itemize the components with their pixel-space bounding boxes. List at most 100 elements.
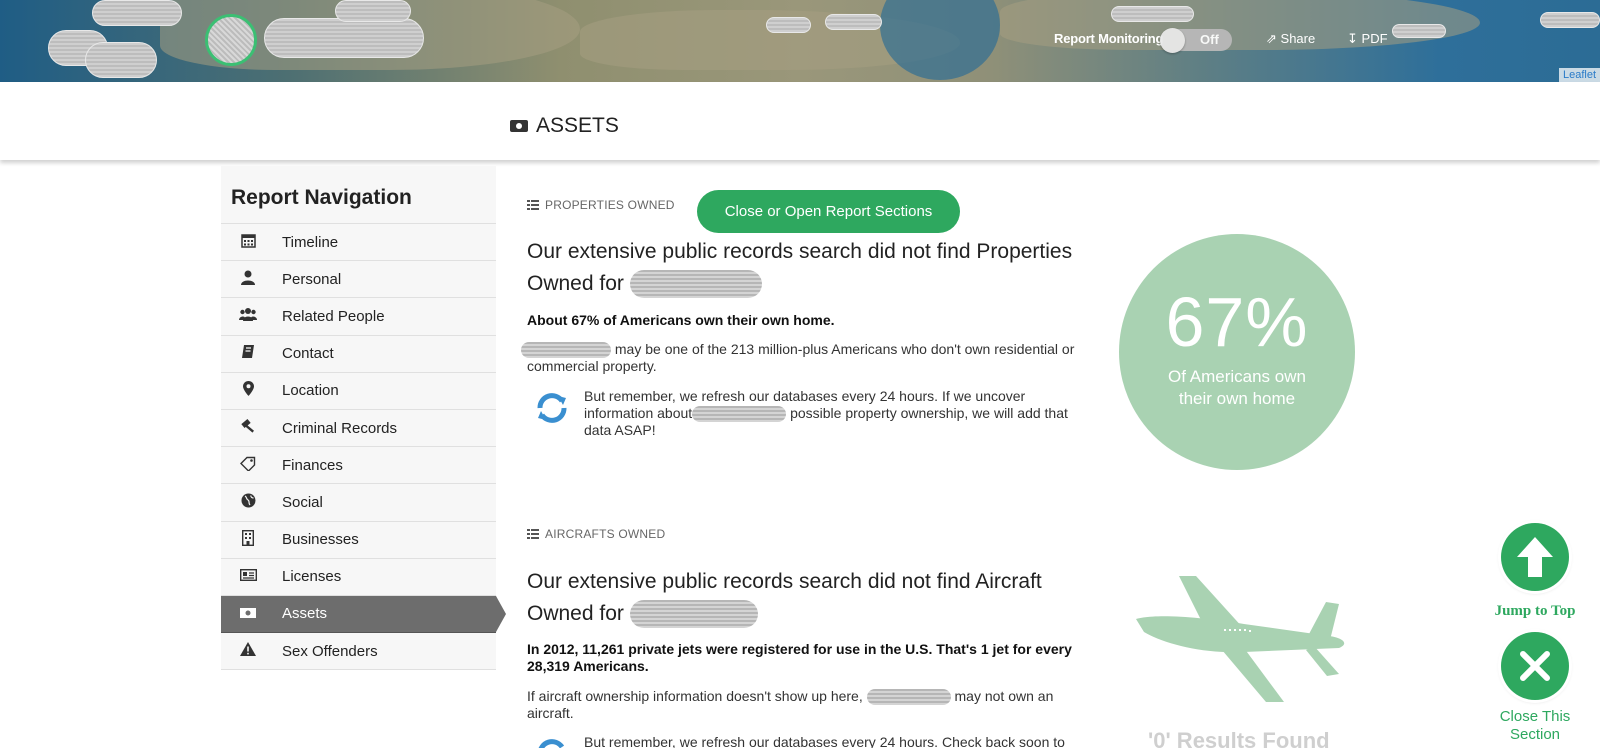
redacted-text [92, 0, 182, 26]
refresh-text: But remember, we refresh our databases e… [584, 388, 1077, 439]
properties-category-label: PROPERTIES OWNED [527, 198, 675, 212]
redacted-text [1392, 24, 1446, 38]
nav-item-label: Sex Offenders [282, 642, 378, 660]
users-icon [235, 307, 261, 325]
redacted-name [629, 600, 758, 629]
person-icon [235, 270, 261, 289]
tag-icon [235, 456, 261, 475]
warning-icon [235, 642, 261, 660]
properties-refresh-note: But remember, we refresh our databases e… [532, 388, 1077, 439]
nav-item-contact[interactable]: Contact [221, 335, 496, 373]
nav-heading: Report Navigation [221, 166, 496, 224]
list-icon [527, 529, 539, 539]
nav-item-licenses[interactable]: Licenses [221, 558, 496, 596]
redacted-name [866, 689, 951, 706]
report-monitoring-toggle[interactable]: Off [1160, 28, 1232, 53]
aircraft-refresh-note: But remember, we refresh our databases e… [532, 734, 1077, 748]
nav-item-criminal-records[interactable]: Criminal Records [221, 409, 496, 448]
refresh-icon [532, 388, 572, 428]
home-ownership-stat-circle: 67% Of Americans own their own home [1119, 234, 1355, 470]
properties-paragraph: may be one of the 213 million-plus Ameri… [521, 341, 1077, 375]
close-icon [1520, 651, 1550, 681]
jump-to-top-button[interactable] [1501, 523, 1569, 591]
close-section-label[interactable]: Close This Section [1495, 708, 1575, 744]
nav-item-label: Social [282, 493, 323, 511]
aircraft-category-label: AIRCRAFTS OWNED [527, 527, 665, 541]
nav-item-label: Contact [282, 345, 334, 363]
section-title-text: ASSETS [536, 114, 619, 137]
jump-to-top-label[interactable]: Jump to Top [1485, 603, 1585, 620]
stat-value: 67% [1165, 283, 1309, 361]
nav-item-label: Related People [282, 307, 385, 325]
stat-caption: Of Americans own their own home [1168, 367, 1306, 408]
share-label: Share [1280, 31, 1316, 46]
aircraft-headline: Our extensive public records search did … [527, 566, 1072, 630]
share-icon: ⇗ [1266, 31, 1277, 46]
nav-item-label: Finances [282, 456, 343, 474]
headline-text: Our extensive public records search did … [527, 570, 1042, 625]
nav-item-related-people[interactable]: Related People [221, 298, 496, 336]
map-pin-icon [235, 381, 261, 400]
nav-item-assets[interactable]: Assets [221, 595, 506, 634]
address-book-icon [235, 344, 261, 363]
nav-item-timeline[interactable]: Timeline [221, 224, 496, 262]
id-card-icon [235, 568, 261, 585]
gavel-icon [235, 418, 261, 438]
toggle-report-sections-button[interactable]: Close or Open Report Sections [697, 190, 960, 233]
nav-item-sex-offenders[interactable]: Sex Offenders [221, 633, 496, 671]
refresh-text: But remember, we refresh our databases e… [584, 734, 1065, 748]
map-attribution-link[interactable]: Leaflet [1558, 68, 1600, 82]
properties-fact: About 67% of Americans own their own hom… [527, 312, 835, 328]
map-header: Report Monitoring Off ⇗ Share ↧ PDF Leaf… [0, 0, 1600, 82]
globe-icon [235, 493, 261, 512]
nav-item-finances[interactable]: Finances [221, 447, 496, 485]
nav-item-label: Assets [282, 605, 328, 623]
nav-item-location[interactable]: Location [221, 372, 496, 410]
properties-headline: Our extensive public records search did … [527, 236, 1087, 300]
nav-item-label: Timeline [282, 233, 339, 251]
nav-item-label: Personal [282, 270, 342, 288]
redacted-name [521, 342, 611, 359]
redacted-text [85, 42, 157, 78]
nav-item-businesses[interactable]: Businesses [221, 521, 496, 559]
pdf-label: PDF [1361, 31, 1388, 46]
category-text: PROPERTIES OWNED [545, 198, 675, 212]
calendar-icon [235, 233, 261, 252]
headline-text: Our extensive public records search did … [527, 240, 1073, 295]
share-link[interactable]: ⇗ Share [1266, 31, 1315, 47]
nav-item-social[interactable]: Social [221, 484, 496, 522]
section-title-bar: ASSETS [0, 82, 1600, 160]
redacted-text [766, 17, 811, 33]
aircraft-paragraph: If aircraft ownership information doesn'… [527, 688, 1077, 722]
toggle-knob[interactable] [1160, 28, 1185, 53]
toggle-state: Off [1200, 32, 1219, 47]
arrow-up-icon [1517, 537, 1553, 577]
category-text: AIRCRAFTS OWNED [545, 527, 666, 541]
report-navigation: Report Navigation Timeline Personal Rela… [221, 166, 506, 671]
report-monitoring-label: Report Monitoring [1054, 31, 1164, 46]
nav-item-label: Licenses [282, 568, 342, 586]
paragraph-text-start: If aircraft ownership information doesn'… [527, 688, 863, 704]
airplane-icon [1136, 576, 1345, 702]
refresh-icon [532, 734, 572, 748]
zero-results-text: '0' Results Found [1148, 728, 1330, 748]
list-icon [527, 200, 539, 210]
download-icon: ↧ [1347, 31, 1358, 46]
nav-item-personal[interactable]: Personal [221, 261, 496, 299]
close-section-button[interactable] [1501, 632, 1569, 700]
aircraft-fact: In 2012, 11,261 private jets were regist… [527, 641, 1072, 674]
redacted-name [692, 406, 787, 423]
pdf-link[interactable]: ↧ PDF [1347, 31, 1388, 47]
section-title: ASSETS [510, 114, 619, 138]
redacted-name [629, 270, 762, 299]
nav-item-label: Businesses [282, 531, 359, 549]
redacted-name [264, 18, 424, 58]
redacted-text [1540, 12, 1600, 28]
redacted-text [335, 0, 411, 22]
redacted-text [825, 14, 882, 30]
map-water [880, 0, 1000, 80]
nav-item-label: Criminal Records [282, 419, 398, 437]
building-icon [235, 529, 261, 550]
redacted-text [1111, 6, 1194, 22]
money-icon [510, 120, 528, 132]
